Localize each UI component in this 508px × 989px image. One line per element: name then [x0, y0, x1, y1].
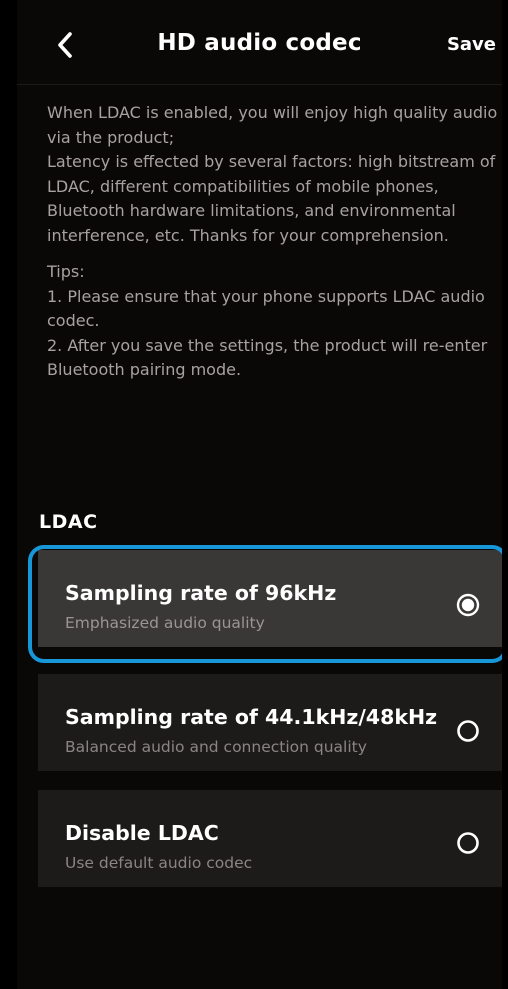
save-button[interactable]: Save — [447, 34, 496, 55]
description-line-2: Latency is effected by several factors: … — [47, 152, 496, 245]
radio-unselected-icon[interactable] — [456, 719, 480, 743]
header-bar: HD audio codec Save — [17, 0, 502, 85]
option-title: Disable LDAC — [65, 821, 219, 845]
section-label-ldac: LDAC — [39, 511, 98, 533]
option-title: Sampling rate of 44.1kHz/48kHz — [65, 705, 438, 729]
description-text: When LDAC is enabled, you will enjoy hig… — [47, 101, 502, 383]
option-disable-ldac[interactable]: Disable LDAC Use default audio codec — [38, 790, 502, 887]
option-subtitle: Balanced audio and connection quality — [65, 738, 367, 756]
tip-1: 1. Please ensure that your phone support… — [47, 286, 485, 331]
option-subtitle: Use default audio codec — [65, 854, 253, 872]
radio-selected-icon[interactable] — [456, 593, 480, 617]
option-subtitle: Emphasized audio quality — [65, 614, 265, 632]
page-title: HD audio codec — [157, 30, 362, 56]
settings-screen: HD audio codec Save When LDAC is enabled… — [17, 0, 502, 989]
option-44khz-48khz[interactable]: Sampling rate of 44.1kHz/48kHz Balanced … — [38, 674, 502, 771]
radio-unselected-icon[interactable] — [456, 831, 480, 855]
option-96khz[interactable]: Sampling rate of 96kHz Emphasized audio … — [38, 550, 502, 647]
tips-title: Tips: — [47, 262, 85, 281]
tip-2: 2. After you save the settings, the prod… — [47, 335, 488, 380]
option-title: Sampling rate of 96kHz — [65, 581, 337, 605]
description-line-1: When LDAC is enabled, you will enjoy hig… — [47, 103, 498, 147]
